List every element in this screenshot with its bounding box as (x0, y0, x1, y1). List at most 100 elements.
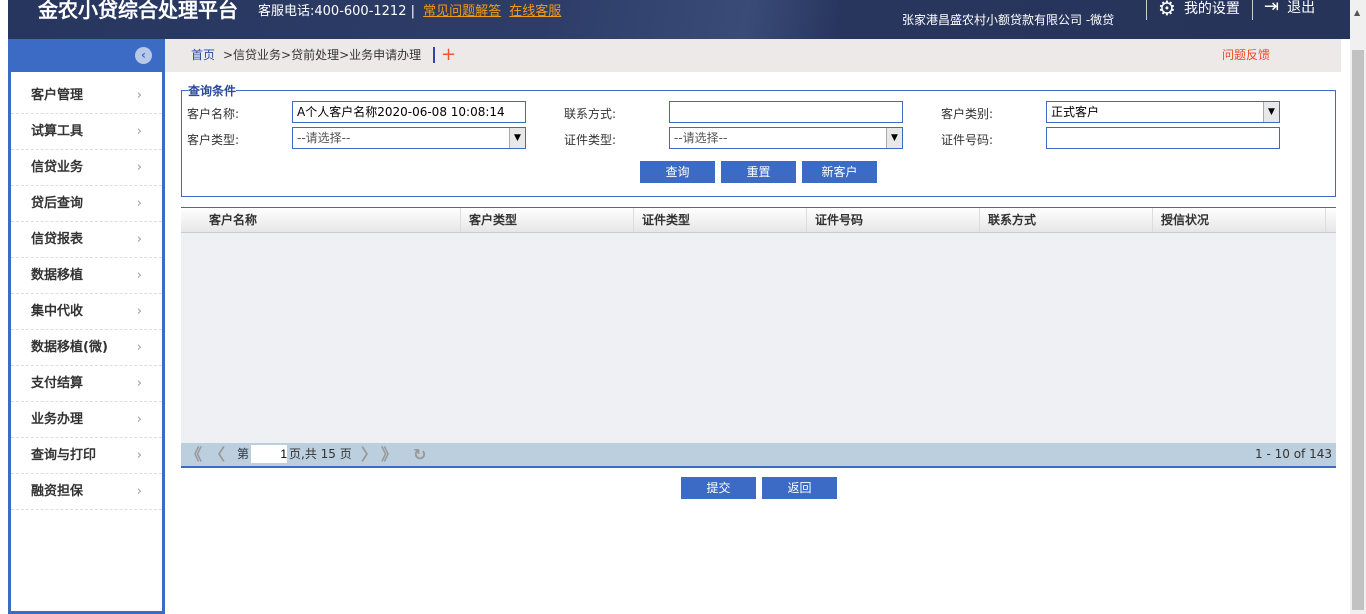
sidebar-item-label: 信贷报表 (31, 232, 84, 247)
logout-icon: ⇥ (1264, 0, 1280, 17)
chevron-right-icon: › (136, 484, 142, 499)
gear-icon: ⚙ (1158, 0, 1176, 20)
customer-category-select[interactable]: 正式客户 ▼ (1046, 101, 1280, 123)
sidebar-item-label: 查询与打印 (31, 448, 97, 463)
selected-value: --请选择-- (297, 131, 351, 145)
chevron-right-icon: › (136, 124, 142, 139)
page-scrollbar[interactable]: ▲ (1350, 0, 1366, 614)
column-header[interactable]: 联系方式 (980, 208, 1153, 232)
column-header[interactable]: 授信状况 (1153, 208, 1326, 232)
logout-label: 退出 (1287, 0, 1316, 16)
chevron-down-icon[interactable]: ▼ (1263, 102, 1279, 122)
logout-button[interactable]: ⇥ 退出 (1264, 0, 1315, 17)
back-button[interactable]: 返回 (762, 477, 837, 499)
customer-name-input[interactable]: A个人客户名称2020-06-08 10:08:14 (292, 101, 526, 123)
phone-text: 客服电话:400-600-1212 (258, 4, 407, 19)
sidebar-item[interactable]: 数据移植(微) › (11, 330, 162, 366)
column-header[interactable]: 客户类型 (461, 208, 634, 232)
customer-category-label: 客户类别: (941, 107, 994, 121)
online-service-link[interactable]: 在线客服 (509, 4, 561, 19)
grid-header: 客户名称 客户类型 证件类型 证件号码 联系方式 授信状况 (181, 208, 1336, 233)
id-number-label: 证件号码: (941, 133, 994, 147)
chevron-right-icon: › (136, 412, 142, 427)
contact-label: 联系方式: (564, 107, 617, 121)
settings-label: 我的设置 (1183, 1, 1240, 17)
selected-value: 正式客户 (1051, 105, 1100, 119)
prev-page-icon[interactable]: 〈 (209, 443, 225, 466)
feedback-link[interactable]: 问题反馈 (1222, 39, 1270, 72)
sidebar-item-label: 融资担保 (31, 484, 84, 499)
search-button[interactable]: 查询 (640, 161, 715, 183)
divider (1252, 0, 1253, 20)
sidebar-item-label: 客户管理 (31, 88, 84, 103)
sidebar-item[interactable]: 融资担保 › (11, 474, 162, 510)
contact-input[interactable] (669, 101, 903, 123)
customer-name-label: 客户名称: (187, 107, 240, 121)
sidebar-item-label: 数据移植 (31, 268, 84, 283)
chevron-right-icon: › (136, 340, 142, 355)
id-type-label: 证件类型: (564, 133, 617, 147)
sidebar-item[interactable]: 贷后查询 › (11, 186, 162, 222)
id-number-input[interactable] (1046, 127, 1280, 149)
column-header[interactable]: 客户名称 (201, 208, 461, 232)
chevron-down-icon[interactable]: ▼ (886, 128, 902, 148)
collapse-sidebar-icon[interactable]: ‹ (135, 47, 152, 64)
settings-button[interactable]: ⚙ 我的设置 (1158, 0, 1240, 20)
reset-button[interactable]: 重置 (721, 161, 796, 183)
query-legend: 查询条件 (188, 84, 237, 98)
add-favorite-icon[interactable]: + (433, 46, 456, 64)
last-page-icon[interactable]: 》 (381, 443, 397, 466)
sidebar-item-label: 试算工具 (31, 124, 84, 139)
chevron-right-icon: › (136, 196, 142, 211)
customer-type-label: 客户类型: (187, 133, 240, 147)
first-page-icon[interactable]: 《 (186, 443, 202, 466)
hotline: 客服电话:400-600-1212 | 常见问题解答 在线客服 (258, 4, 562, 19)
breadcrumb-home[interactable]: 首页 (191, 39, 215, 72)
record-summary: 1 - 10 of 143 (1255, 447, 1332, 461)
breadcrumb: 首页 >信贷业务>贷前处理>业务申请办理 + 问题反馈 (165, 39, 1341, 72)
selected-value: --请选择-- (674, 131, 728, 145)
column-header[interactable]: 证件类型 (634, 208, 807, 232)
sidebar-item[interactable]: 信贷报表 › (11, 222, 162, 258)
sidebar-item[interactable]: 试算工具 › (11, 114, 162, 150)
sidebar-item[interactable]: 信贷业务 › (11, 150, 162, 186)
chevron-right-icon: › (136, 268, 142, 283)
sidebar-item-label: 集中代收 (31, 304, 84, 319)
sidebar-item-label: 业务办理 (31, 412, 84, 427)
chevron-right-icon: › (136, 160, 142, 175)
chevron-right-icon: › (136, 88, 142, 103)
column-header[interactable]: 证件号码 (807, 208, 980, 232)
chevron-right-icon: › (136, 448, 142, 463)
page-number-input[interactable] (251, 445, 287, 463)
submit-button[interactable]: 提交 (681, 477, 756, 499)
sidebar-item-label: 信贷业务 (31, 160, 84, 175)
breadcrumb-path: >信贷业务>贷前处理>业务申请办理 (223, 48, 422, 62)
customer-type-select[interactable]: --请选择-- ▼ (292, 127, 526, 149)
scrollbar-thumb[interactable] (1352, 50, 1364, 610)
top-header: 金农小贷综合处理平台 客服电话:400-600-1212 | 常见问题解答 在线… (8, 0, 1350, 39)
sidebar: ‹ 客户管理 › 试算工具 › 信贷业务 › 贷后查询 › 信贷报表 › 数据移植 › 集中代收 › 数据移… (8, 39, 165, 614)
sidebar-item[interactable]: 业务办理 › (11, 402, 162, 438)
scroll-up-icon[interactable]: ▲ (1354, 8, 1360, 17)
sidebar-item[interactable]: 集中代收 › (11, 294, 162, 330)
customer-grid: 客户名称客户类型证件类型证件号码联系方式授信状况 《 〈 第 页,共 15 页 … (181, 207, 1336, 468)
chevron-right-icon: › (136, 304, 142, 319)
page-total: 页,共 15 页 (289, 447, 352, 461)
sidebar-item[interactable]: 客户管理 › (11, 78, 162, 114)
app-title: 金农小贷综合处理平台 (38, 0, 238, 22)
chevron-right-icon: › (136, 376, 142, 391)
faq-link[interactable]: 常见问题解答 (423, 4, 501, 19)
sidebar-item[interactable]: 查询与打印 › (11, 438, 162, 474)
divider (1146, 0, 1147, 20)
new-customer-button[interactable]: 新客户 (802, 161, 877, 183)
sidebar-item-label: 贷后查询 (31, 196, 84, 211)
pager: 《 〈 第 页,共 15 页 〉 》 ↻ 1 - 10 of 143 (181, 443, 1336, 468)
organization-name: 张家港昌盛农村小额贷款有限公司 -微贷 (902, 13, 1115, 27)
sidebar-item-label: 数据移植(微) (31, 340, 108, 355)
sidebar-item[interactable]: 数据移植 › (11, 258, 162, 294)
refresh-icon[interactable]: ↻ (413, 443, 426, 466)
chevron-down-icon[interactable]: ▼ (509, 128, 525, 148)
id-type-select[interactable]: --请选择-- ▼ (669, 127, 903, 149)
next-page-icon[interactable]: 〉 (361, 443, 377, 466)
sidebar-item[interactable]: 支付结算 › (11, 366, 162, 402)
